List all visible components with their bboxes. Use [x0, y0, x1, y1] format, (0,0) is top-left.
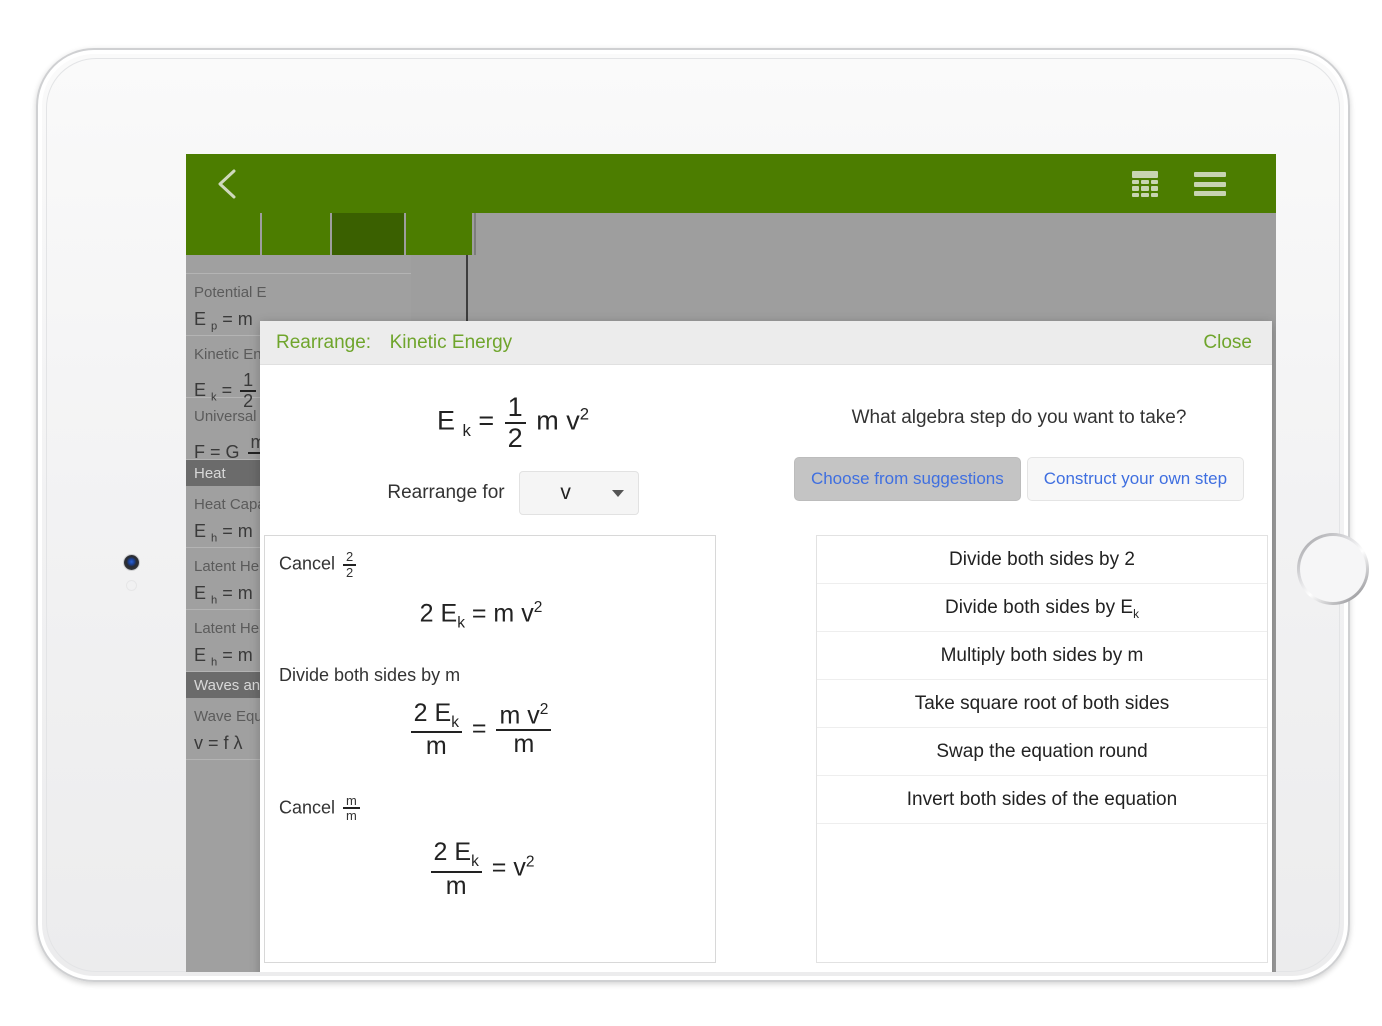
formula-rhs: m v	[536, 405, 580, 436]
suggestion-term: E	[1120, 597, 1134, 618]
rearrange-variable-select[interactable]: v	[518, 471, 639, 515]
step-label-text: Cancel	[279, 553, 336, 574]
tab-four[interactable]	[406, 213, 472, 255]
suggestion-term-sub: k	[1133, 607, 1139, 621]
close-button[interactable]: Close	[1203, 332, 1252, 354]
sidebar-top-spacer	[186, 255, 411, 274]
left-column: E k = 1 2 m v2 Rearrange for v Cancel 2 …	[260, 365, 766, 972]
fraction-numerator: 2	[343, 550, 357, 566]
modal-title: Rearrange: Kinetic Energy	[276, 332, 512, 354]
construct-your-own-step-button[interactable]: Construct your own step	[1026, 457, 1245, 501]
step-label-term: m	[445, 664, 461, 685]
suggestion-text: Multiply both sides by	[940, 645, 1123, 666]
right-column: What algebra step do you want to take? C…	[766, 365, 1272, 972]
fraction-numerator: m	[343, 793, 360, 810]
tab-favourites[interactable]	[186, 213, 260, 255]
suggestion-text: Divide both sides by	[945, 597, 1116, 618]
rearrange-for-row: Rearrange for v	[260, 471, 766, 515]
step-equation: 2 Ek m = m v2 m	[265, 699, 715, 760]
tablet-frame: ★ Potential E E p = m Kinetic En E k = 1…	[36, 48, 1366, 982]
suggestion-text: Divide both sides by	[949, 549, 1120, 570]
working-step: Divide both sides by m 2 Ek m = m v2 m	[265, 633, 715, 760]
formula-lhs: E	[436, 405, 455, 436]
step-equation: 2 Ek = m v2	[419, 599, 543, 632]
suggestion-text: Invert both sides of the equation	[906, 789, 1178, 810]
fraction-denominator: m	[346, 808, 357, 824]
app-body: ★ Potential E E p = m Kinetic En E k = 1…	[186, 255, 1276, 972]
formula-half-fraction: 1 2	[504, 393, 526, 453]
suggestion-divide-by-2[interactable]: Divide both sides by 2	[817, 536, 1267, 584]
step-label-text: Divide both sides by	[279, 664, 441, 685]
formula-rhs-exponent: 2	[579, 404, 590, 424]
fraction-left: 2 Ek m	[430, 839, 482, 899]
fraction-denominator: 2	[507, 422, 523, 453]
chevron-down-icon	[611, 490, 624, 497]
rearrange-modal: Rearrange: Kinetic Energy Close E k = 1 …	[260, 321, 1272, 972]
suggestion-text: Take square root of both sides	[914, 693, 1170, 714]
suggestion-multiply-by-m[interactable]: Multiply both sides by m	[817, 632, 1267, 680]
tab-three[interactable]	[332, 213, 404, 255]
back-chevron-icon[interactable]	[212, 168, 242, 200]
home-button[interactable]	[1297, 533, 1369, 605]
step-label: Cancel 2 2	[265, 550, 715, 579]
suggestion-divide-by-ek[interactable]: Divide both sides by Ek	[817, 584, 1267, 632]
formula-lhs-sub: k	[462, 421, 471, 441]
suggestion-invert-equation[interactable]: Invert both sides of the equation	[817, 776, 1267, 824]
step-label-fraction: m m	[343, 793, 360, 824]
working-step: Cancel 2 2 2 Ek = m v2	[265, 536, 715, 633]
tab-two[interactable]	[262, 213, 330, 255]
hamburger-menu-icon[interactable]	[1194, 172, 1226, 196]
suggestion-term: 2	[1124, 549, 1135, 570]
ambient-sensor-icon	[127, 581, 136, 590]
algebra-step-prompt: What algebra step do you want to take?	[851, 407, 1187, 428]
modal-title-subject: Kinetic Energy	[389, 332, 513, 353]
suggestion-text: Swap the equation round	[936, 741, 1148, 762]
tablet-screen: ★ Potential E E p = m Kinetic En E k = 1…	[186, 154, 1276, 972]
modal-header: Rearrange: Kinetic Energy Close	[260, 321, 1272, 365]
rearrange-for-label: Rearrange for	[387, 482, 505, 503]
working-step: Cancel m m 2 Ek m = v2	[265, 760, 715, 899]
modal-body: E k = 1 2 m v2 Rearrange for v Cancel 2 …	[260, 365, 1272, 972]
step-label: Divide both sides by m	[265, 665, 715, 686]
fraction-denominator: 2	[346, 564, 354, 580]
modal-title-prefix: Rearrange:	[276, 332, 372, 353]
app-topbar	[186, 154, 1276, 213]
calculator-grid-icon[interactable]	[1132, 171, 1158, 197]
tab-strip	[186, 213, 1276, 255]
main-formula: E k = 1 2 m v2	[260, 393, 766, 452]
step-label-text: Cancel	[279, 797, 336, 818]
suggestion-term: m	[1127, 645, 1144, 666]
choose-from-suggestions-button[interactable]: Choose from suggestions	[793, 457, 1021, 501]
step-label: Cancel m m	[265, 793, 715, 824]
tabstrip-divider	[474, 213, 476, 255]
working-steps-panel: Cancel 2 2 2 Ek = m v2 Divide both sides…	[264, 535, 716, 963]
sidebar-item-label: Potential E	[194, 284, 267, 301]
fraction-right: m v2 m	[496, 701, 552, 757]
step-equation: 2 Ek m = v2	[265, 839, 715, 899]
suggestions-panel: Divide both sides by 2 Divide both sides…	[816, 535, 1268, 963]
step-label-fraction: 2 2	[343, 550, 357, 580]
fraction-numerator: 1	[504, 393, 526, 424]
camera-lens-icon	[124, 555, 139, 570]
fraction-left: 2 Ek m	[410, 699, 462, 760]
formula-equals: =	[478, 405, 495, 436]
suggestion-swap-equation[interactable]: Swap the equation round	[817, 728, 1267, 776]
mode-toggle-group: Choose from suggestions Construct your o…	[766, 457, 1272, 501]
suggestion-square-root[interactable]: Take square root of both sides	[817, 680, 1267, 728]
